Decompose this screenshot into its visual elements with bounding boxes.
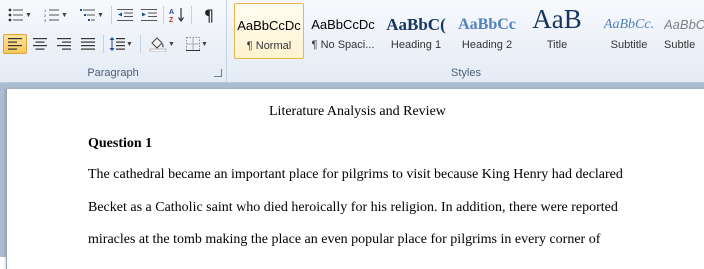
- chevron-down-icon[interactable]: ▼: [126, 41, 133, 48]
- separator: [191, 6, 192, 24]
- style-title[interactable]: AaB Title: [522, 3, 592, 59]
- style-subtle[interactable]: AaBbCcDc Subtle: [664, 3, 704, 59]
- decrease-indent-icon: [117, 9, 133, 21]
- increase-indent-button[interactable]: [138, 5, 160, 25]
- style-name: ¶ Normal: [246, 40, 292, 52]
- styles-group: AaBbCcDc ¶ Normal AaBbCcDc ¶ No Spaci...…: [228, 0, 704, 82]
- ribbon: ▼ 123 ▼ ▼ AZ ¶ ▼ ▼ ▼ Paragraph AaBbCcDc …: [0, 0, 704, 83]
- decrease-indent-button[interactable]: [114, 5, 136, 25]
- separator: [103, 35, 104, 53]
- question-heading: Question 1: [88, 136, 153, 151]
- document-page[interactable]: Literature Analysis and Review Question …: [6, 89, 704, 269]
- style-name: Heading 2: [461, 39, 513, 51]
- justify-button[interactable]: [76, 34, 100, 54]
- sort-button[interactable]: AZ: [166, 5, 188, 25]
- paragraph-dialog-launcher[interactable]: [214, 69, 222, 77]
- body-line: miracles at the tomb making the place an…: [88, 232, 601, 247]
- separator: [111, 6, 112, 24]
- shading-button[interactable]: ▼: [146, 34, 178, 54]
- increase-indent-icon: [141, 9, 157, 21]
- styles-group-label: Styles: [451, 67, 481, 79]
- style-normal[interactable]: AaBbCcDc ¶ Normal: [234, 3, 304, 59]
- style-subtitle[interactable]: AaBbCc. Subtitle: [594, 3, 664, 59]
- paint-bucket-icon: [149, 37, 167, 52]
- chevron-down-icon[interactable]: ▼: [168, 41, 175, 48]
- style-sample: AaBbCc: [458, 16, 516, 33]
- paragraph-group-label: Paragraph: [87, 67, 139, 79]
- chevron-down-icon[interactable]: ▼: [97, 12, 104, 19]
- document-workspace: Literature Analysis and Review Question …: [0, 83, 704, 269]
- align-right-button[interactable]: [52, 34, 76, 54]
- align-left-button[interactable]: [3, 34, 27, 54]
- style-heading-2[interactable]: AaBbCc Heading 2: [452, 3, 522, 59]
- align-right-icon: [57, 38, 71, 50]
- align-left-icon: [8, 38, 22, 50]
- style-name: ¶ No Spaci...: [311, 39, 375, 51]
- style-sample: AaBbCc.: [603, 17, 655, 32]
- chevron-down-icon[interactable]: ▼: [61, 12, 68, 19]
- chevron-down-icon[interactable]: ▼: [25, 12, 32, 19]
- borders-button[interactable]: ▼: [182, 34, 212, 54]
- separator: [163, 6, 164, 24]
- style-sample: AaB: [532, 5, 582, 33]
- line-spacing-icon: [109, 37, 126, 51]
- align-center-button[interactable]: [28, 34, 52, 54]
- numbering-icon: 123: [44, 8, 60, 22]
- style-name: Heading 1: [390, 39, 442, 51]
- bullets-icon: [8, 8, 24, 22]
- style-no-spacing[interactable]: AaBbCcDc ¶ No Spaci...: [308, 3, 378, 59]
- paragraph-group: ▼ 123 ▼ ▼ AZ ¶ ▼ ▼ ▼ Paragraph: [0, 0, 227, 82]
- style-sample: AaBbC(: [386, 15, 446, 34]
- style-sample: AaBbCcDc: [237, 18, 301, 33]
- style-sample: AaBbCcDc: [664, 17, 704, 32]
- sort-icon: AZ: [169, 8, 184, 23]
- chevron-down-icon[interactable]: ▼: [201, 41, 208, 48]
- style-heading-1[interactable]: AaBbC( Heading 1: [381, 3, 451, 59]
- document-title: Literature Analysis and Review: [269, 104, 446, 119]
- svg-text:Z: Z: [169, 17, 174, 23]
- justify-icon: [81, 38, 95, 50]
- style-name: Title: [546, 39, 568, 51]
- pilcrow-icon: ¶: [203, 5, 215, 25]
- svg-text:A: A: [169, 9, 174, 16]
- style-name: Subtitle: [610, 39, 648, 51]
- style-name: Subtle: [664, 39, 696, 51]
- numbering-button[interactable]: 123 ▼: [40, 5, 72, 25]
- line-spacing-button[interactable]: ▼: [106, 34, 136, 54]
- svg-text:3: 3: [44, 18, 47, 22]
- show-formatting-button[interactable]: ¶: [197, 5, 221, 25]
- style-sample: AaBbCcDc: [311, 17, 375, 32]
- bullets-button[interactable]: ▼: [4, 5, 36, 25]
- multilevel-list-button[interactable]: ▼: [76, 5, 108, 25]
- separator: [140, 35, 141, 53]
- body-line: Becket as a Catholic saint who died hero…: [88, 200, 618, 215]
- body-line: The cathedral became an important place …: [88, 167, 623, 182]
- align-center-icon: [33, 38, 47, 50]
- borders-icon: [186, 37, 201, 51]
- multilevel-list-icon: [80, 9, 96, 21]
